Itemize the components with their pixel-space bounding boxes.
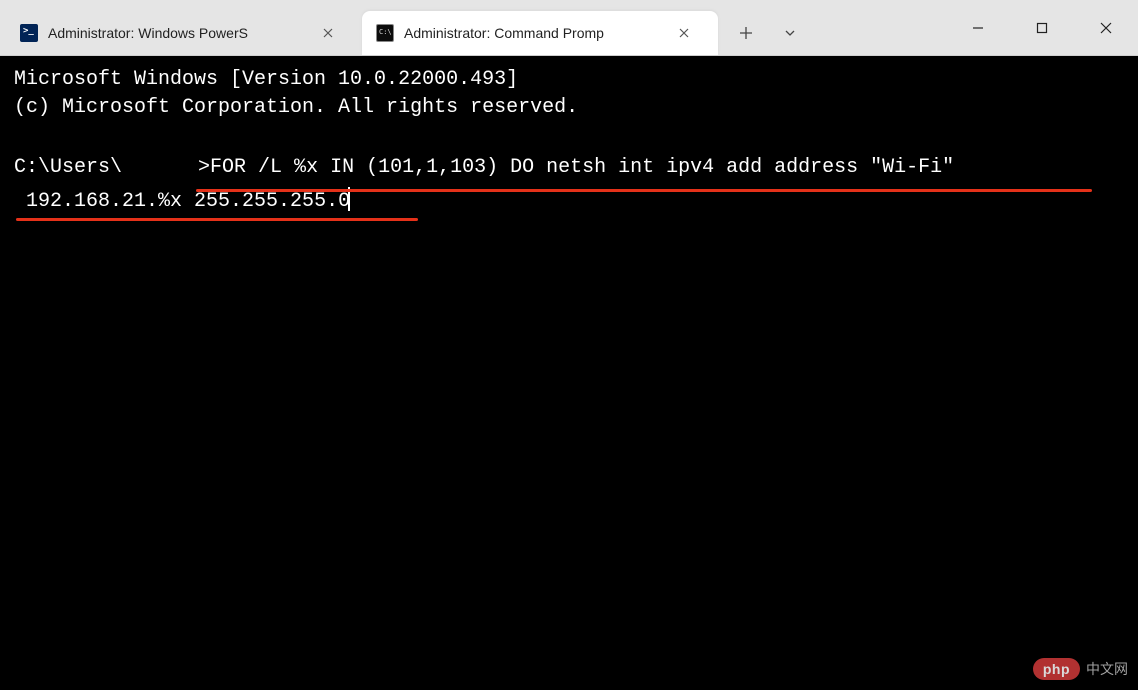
powershell-icon	[20, 24, 38, 42]
version-line: Microsoft Windows [Version 10.0.22000.49…	[14, 68, 518, 91]
window-titlebar: Administrator: Windows PowerS Administra…	[0, 0, 1138, 56]
command-line-2: 192.168.21.%x 255.255.255.0	[14, 190, 350, 213]
maximize-button[interactable]	[1010, 0, 1074, 55]
text-cursor	[348, 187, 350, 211]
tab-powershell-label: Administrator: Windows PowerS	[48, 25, 308, 41]
red-underline-2	[16, 218, 418, 221]
tab-close-button[interactable]	[318, 23, 338, 43]
new-tab-button[interactable]	[724, 11, 768, 55]
terminal-output[interactable]: Microsoft Windows [Version 10.0.22000.49…	[0, 56, 1138, 690]
prompt-prefix: C:\Users\	[14, 156, 122, 179]
command-line-1: FOR /L %x IN (101,1,103) DO netsh int ip…	[210, 156, 954, 179]
tab-actions	[718, 5, 818, 55]
redacted-username	[122, 154, 198, 176]
tab-cmd-label: Administrator: Command Promp	[404, 25, 664, 41]
tabs-area: Administrator: Windows PowerS Administra…	[0, 0, 818, 55]
tab-close-button[interactable]	[674, 23, 694, 43]
prompt-suffix: >	[198, 156, 210, 179]
titlebar-drag-area[interactable]	[818, 0, 946, 55]
tab-powershell[interactable]: Administrator: Windows PowerS	[6, 11, 362, 55]
tab-dropdown-button[interactable]	[768, 11, 812, 55]
cmd-icon	[376, 24, 394, 42]
minimize-button[interactable]	[946, 0, 1010, 55]
close-window-button[interactable]	[1074, 0, 1138, 55]
copyright-line: (c) Microsoft Corporation. All rights re…	[14, 96, 578, 119]
window-controls	[946, 0, 1138, 55]
tab-command-prompt[interactable]: Administrator: Command Promp	[362, 11, 718, 55]
